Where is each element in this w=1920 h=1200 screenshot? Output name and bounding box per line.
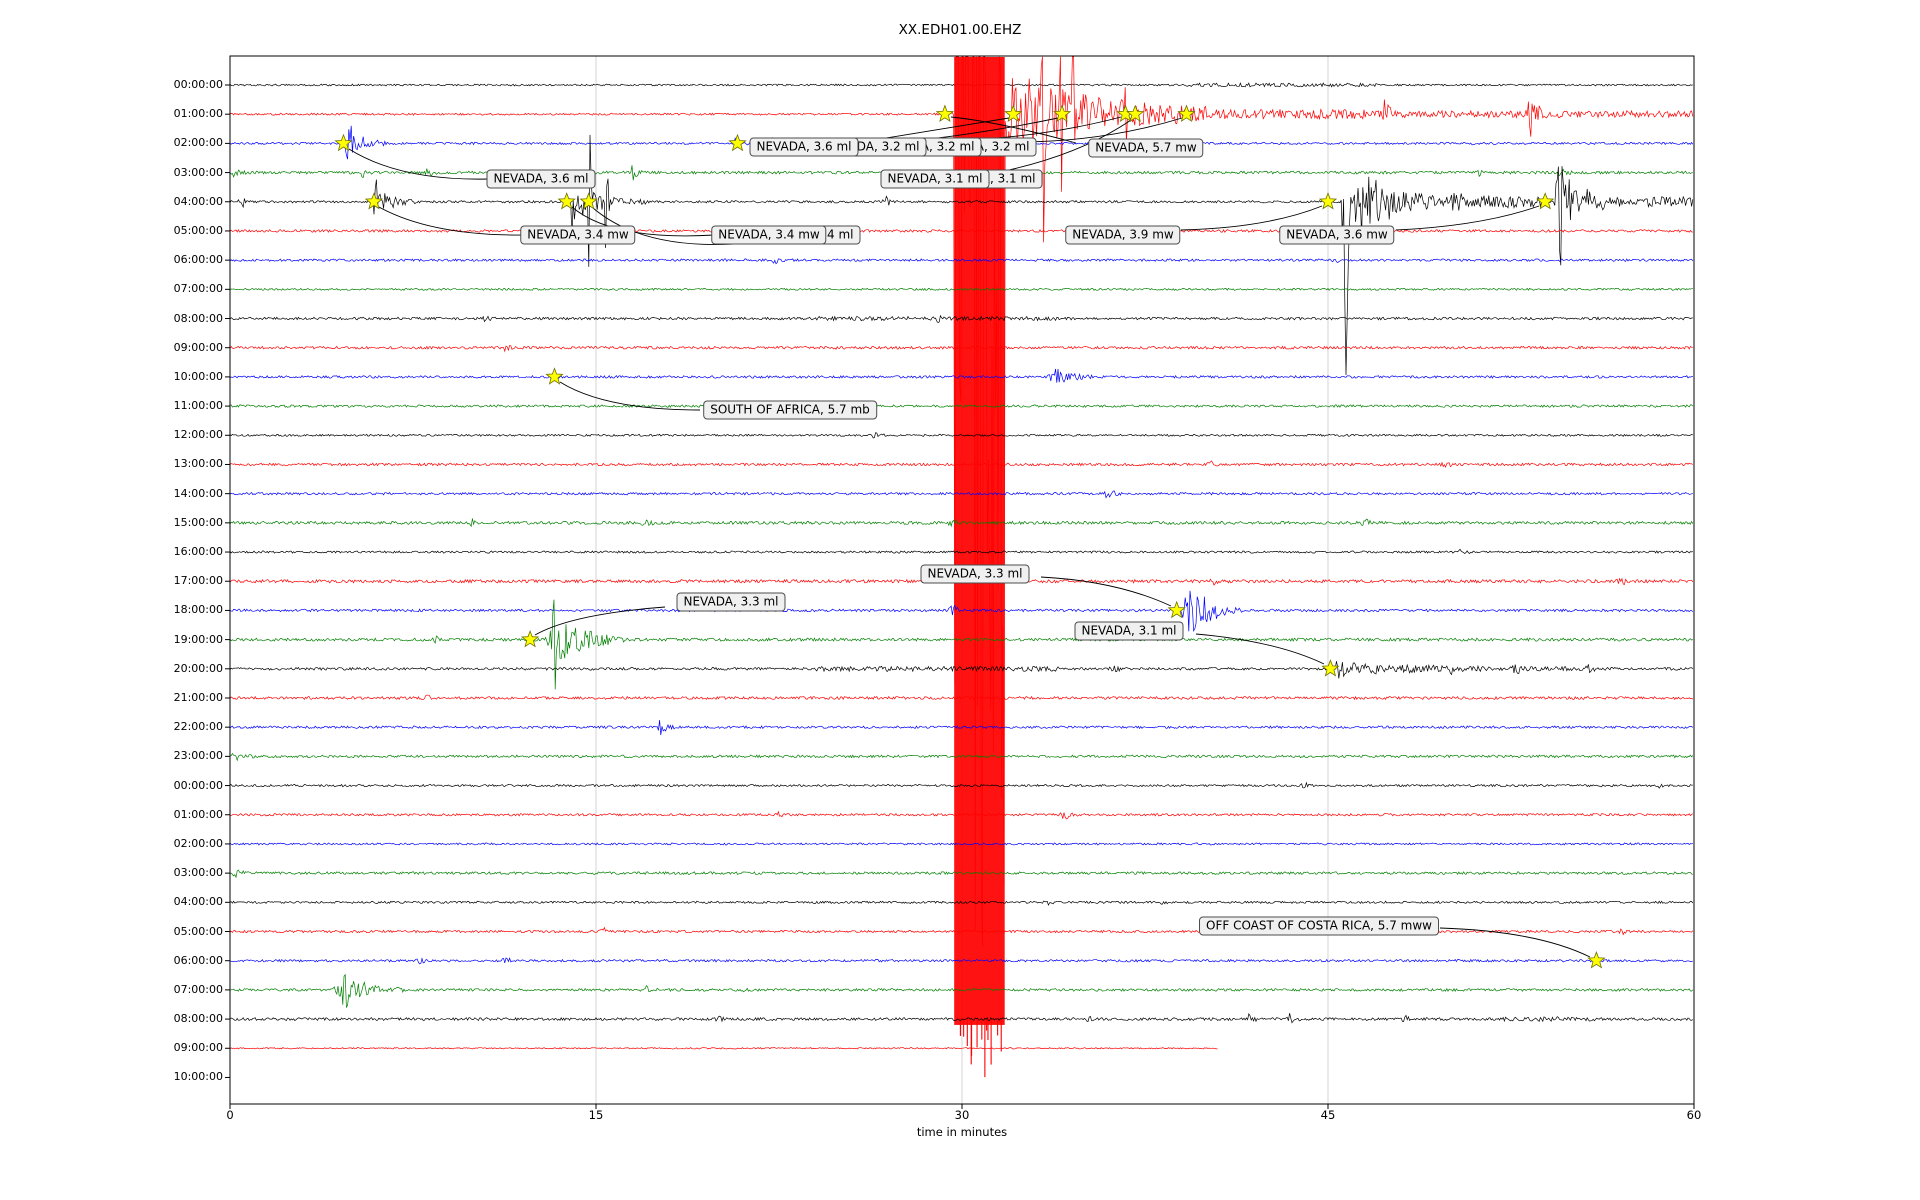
y-tick-label: 22:00:00 bbox=[173, 720, 223, 734]
event-label: NEVADA, 3.3 ml bbox=[676, 592, 786, 612]
y-tick-label: 06:00:00 bbox=[173, 953, 223, 967]
event-arrow bbox=[1195, 633, 1325, 665]
x-tick-label: 45 bbox=[1320, 1108, 1336, 1122]
event-arrow bbox=[1040, 576, 1172, 607]
y-tick-label: 01:00:00 bbox=[173, 807, 223, 821]
event-label: NEVADA, 3.1 ml bbox=[1074, 621, 1184, 641]
event-arrow bbox=[348, 148, 489, 180]
seismogram-figure: XX.EDH01.00.EHZ 00:00:00 01:00:00 02:00:00… bbox=[0, 0, 1920, 1200]
event-label: NEVADA, 3.9 mw bbox=[1065, 225, 1181, 245]
event-star-marker bbox=[579, 192, 598, 210]
event-star-marker bbox=[728, 133, 747, 152]
event-label: NEVADA, 3.1 ml bbox=[880, 169, 990, 189]
x-tick-label: 15 bbox=[588, 1108, 604, 1122]
y-tick-label: 08:00:00 bbox=[173, 311, 223, 325]
event-label: NEVADA, 5.7 mw bbox=[1088, 138, 1204, 158]
event-label: NEVADA, 3.6 ml bbox=[749, 137, 859, 157]
y-tick-label: 06:00:00 bbox=[173, 253, 223, 267]
event-star-marker bbox=[1004, 104, 1023, 123]
y-tick-label: 11:00:00 bbox=[173, 399, 223, 413]
y-tick-label: 15:00:00 bbox=[173, 515, 223, 529]
y-tick-label: 02:00:00 bbox=[173, 136, 223, 150]
x-tick-label: 0 bbox=[226, 1108, 234, 1122]
event-star-marker bbox=[557, 192, 576, 210]
y-tick-label: 20:00:00 bbox=[173, 661, 223, 675]
y-tick-label: 10:00:00 bbox=[173, 369, 223, 383]
event-arrow bbox=[1395, 205, 1540, 231]
event-label: OFF COAST OF COSTA RICA, 5.7 mww bbox=[1199, 916, 1439, 936]
x-tick-label: 30 bbox=[954, 1108, 970, 1122]
y-tick-label: 04:00:00 bbox=[173, 895, 223, 909]
y-tick-label: 08:00:00 bbox=[173, 1012, 223, 1026]
event-label: NEVADA, 3.4 mw bbox=[711, 225, 827, 245]
y-tick-label: 10:00:00 bbox=[173, 1070, 223, 1084]
event-label: NEVADA, 3.3 ml bbox=[920, 564, 1030, 584]
y-tick-label: 19:00:00 bbox=[173, 632, 223, 646]
event-label: SOUTH OF AFRICA, 5.7 mb bbox=[703, 400, 877, 420]
y-tick-label: 18:00:00 bbox=[173, 603, 223, 617]
y-tick-label: 04:00:00 bbox=[173, 194, 223, 208]
x-tick-label: 60 bbox=[1686, 1108, 1702, 1122]
y-tick-label: 02:00:00 bbox=[173, 836, 223, 850]
event-label: NEVADA, 3.6 mw bbox=[1279, 225, 1395, 245]
y-tick-label: 16:00:00 bbox=[173, 545, 223, 559]
y-tick-label: 07:00:00 bbox=[173, 982, 223, 996]
y-tick-label: 14:00:00 bbox=[173, 486, 223, 500]
event-star-marker bbox=[1587, 951, 1606, 969]
event-label: NEVADA, 3.6 ml bbox=[486, 169, 596, 189]
y-tick-label: 03:00:00 bbox=[173, 866, 223, 880]
y-tick-label: 03:00:00 bbox=[173, 165, 223, 179]
event-star-marker bbox=[935, 104, 955, 123]
event-label: NEVADA, 3.4 mw bbox=[520, 225, 636, 245]
y-tick-label: 12:00:00 bbox=[173, 428, 223, 442]
y-tick-label: 17:00:00 bbox=[173, 574, 223, 588]
y-tick-label: 00:00:00 bbox=[173, 778, 223, 792]
y-tick-label: 21:00:00 bbox=[173, 690, 223, 704]
y-tick-label: 05:00:00 bbox=[173, 223, 223, 237]
event-star-marker bbox=[520, 629, 540, 648]
y-tick-label: 13:00:00 bbox=[173, 457, 223, 471]
event-star-marker bbox=[364, 192, 384, 210]
y-tick-label: 09:00:00 bbox=[173, 1041, 223, 1055]
event-star-marker bbox=[545, 367, 564, 385]
trace-row-33 bbox=[229, 1047, 1218, 1050]
y-tick-label: 05:00:00 bbox=[173, 924, 223, 938]
x-axis-title: time in minutes bbox=[916, 1125, 1008, 1139]
y-tick-label: 07:00:00 bbox=[173, 282, 223, 296]
y-tick-label: 09:00:00 bbox=[173, 340, 223, 354]
y-tick-label: 23:00:00 bbox=[173, 749, 223, 763]
event-star-marker bbox=[334, 133, 353, 152]
y-tick-label: 01:00:00 bbox=[173, 107, 223, 121]
y-tick-label: 00:00:00 bbox=[173, 78, 223, 91]
event-star-marker bbox=[1536, 192, 1555, 210]
